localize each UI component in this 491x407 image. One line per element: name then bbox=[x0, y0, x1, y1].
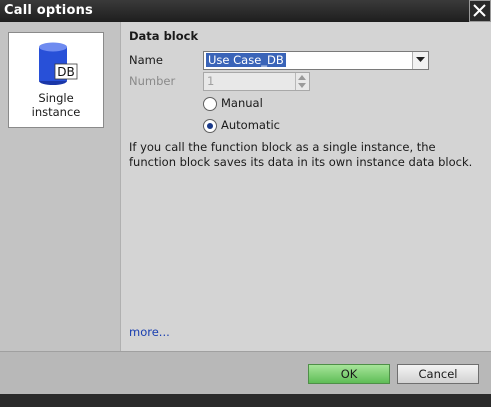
radio-automatic[interactable] bbox=[203, 119, 217, 133]
name-label: Name bbox=[129, 53, 163, 67]
instance-description: If you call the function block as a sing… bbox=[129, 140, 473, 169]
spinner-up-icon bbox=[298, 75, 306, 80]
radio-automatic-label: Automatic bbox=[221, 118, 280, 132]
dialog-title: Call options bbox=[4, 3, 93, 18]
more-link[interactable]: more... bbox=[129, 325, 170, 339]
radio-manual-label: Manual bbox=[221, 96, 263, 110]
radio-manual[interactable] bbox=[203, 97, 217, 111]
number-value: 1 bbox=[207, 74, 215, 88]
number-spinner[interactable] bbox=[295, 73, 309, 90]
close-button[interactable] bbox=[469, 0, 491, 22]
section-title-data-block: Data block bbox=[129, 29, 199, 43]
instance-type-panel: DB Single instance bbox=[0, 22, 121, 351]
cancel-button[interactable]: Cancel bbox=[397, 364, 479, 384]
data-block-panel: Data block Name Use Case_DB Number 1 Man… bbox=[121, 22, 491, 351]
number-stepper[interactable]: 1 bbox=[203, 72, 310, 91]
radio-selected-dot bbox=[207, 123, 213, 129]
window-bottom-edge bbox=[0, 394, 491, 407]
ok-button[interactable]: OK bbox=[308, 364, 390, 384]
name-dropdown-button[interactable] bbox=[412, 52, 428, 69]
db-icon-text: DB bbox=[57, 65, 74, 79]
name-value[interactable]: Use Case_DB bbox=[206, 53, 286, 67]
single-instance-tile[interactable]: DB Single instance bbox=[8, 32, 104, 128]
number-label: Number bbox=[129, 74, 176, 88]
close-icon bbox=[473, 4, 486, 17]
call-options-dialog: Call options DB Single instance Data blo… bbox=[0, 0, 491, 407]
spinner-down-icon bbox=[298, 83, 306, 88]
database-icon: DB bbox=[39, 42, 78, 85]
name-dropdown[interactable]: Use Case_DB bbox=[203, 51, 429, 70]
single-instance-label: Single instance bbox=[31, 91, 81, 119]
chevron-down-icon bbox=[416, 57, 425, 62]
dialog-button-bar: OK Cancel bbox=[0, 351, 491, 394]
title-bar: Call options bbox=[0, 0, 491, 22]
